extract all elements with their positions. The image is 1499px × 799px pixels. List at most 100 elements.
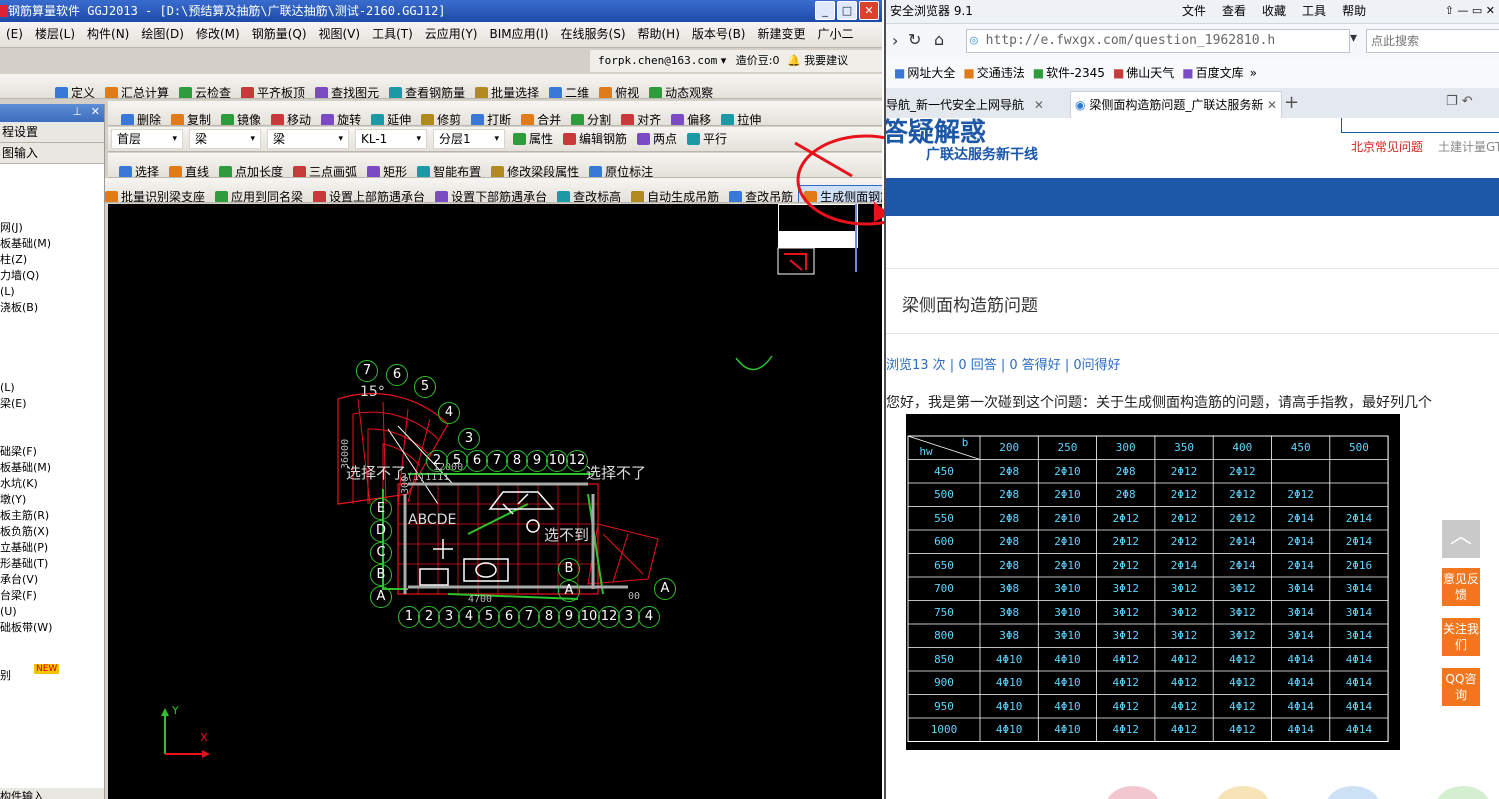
back-to-top-icon[interactable]: ︿ [1442,520,1480,558]
footer-circle-2[interactable] [1216,786,1270,799]
table-cell: 4Φ10 [1054,699,1081,713]
table-col-header: 450 [1290,441,1311,454]
search-input[interactable] [1367,30,1493,52]
close-tab-icon[interactable]: ✕ [1267,92,1277,119]
table-row-header: 1000 [930,723,958,736]
table-cell: 3Φ12 [1229,582,1256,595]
bookmark-1[interactable]: ■ 交通违法 [963,66,1024,80]
table-cell: 3Φ14 [1287,629,1314,642]
table-cell: 4Φ12 [1229,699,1256,713]
table-cell: 4Φ12 [1229,723,1256,736]
table-row-header: 600 [934,535,954,548]
table-cell: 3Φ12 [1170,605,1198,619]
new-tab-icon[interactable]: + [1284,92,1299,113]
home-icon[interactable]: ⌂ [934,30,944,49]
table-cell: 4Φ12 [1229,676,1256,689]
table-cell: 4Φ10 [995,699,1023,713]
forward-icon[interactable]: › [892,31,898,50]
table-cell: 2Φ8 [999,488,1020,501]
bookmark-2[interactable]: ■ 软件-2345 [1033,66,1105,80]
follow-button[interactable]: 关注我们 [1442,618,1480,656]
table-cell: 2Φ12 [1229,464,1256,478]
qq-consult-button[interactable]: QQ咨询 [1442,668,1480,706]
table-cell: 3Φ10 [1054,605,1081,619]
arrow-line-top [794,141,853,178]
table-row-header: 650 [934,558,954,572]
address-bar[interactable]: ◎ http://e.fwxgx.com/question_1962810.h [966,29,1350,53]
table-cell: 2Φ10 [1054,558,1081,572]
browser-titlebar: 安全浏览器 9.1 文件 查看 收藏 工具 帮助 ⇧ — ▭ ✕ [886,0,1499,24]
table-cell: 4Φ10 [995,723,1023,736]
table-cell: 3Φ14 [1345,629,1373,642]
bookmark-4[interactable]: ■ 百度文库 [1182,66,1243,80]
close-tab-icon[interactable]: ✕ [1034,98,1044,112]
table-cell: 3Φ12 [1170,582,1198,595]
table-header-b: b [961,436,969,449]
table-cell: 2Φ8 [999,511,1020,525]
bookmark-3[interactable]: ■ 佛山天气 [1113,66,1174,80]
browser-menu-4[interactable]: 帮助 [1342,4,1366,18]
restore-tab-icon[interactable]: ❐ ↶ [1446,94,1473,109]
table-cell: 2Φ14 [1287,558,1314,572]
table-header-hw: hw [919,445,933,458]
table-cell: 3Φ12 [1112,605,1139,619]
table-cell: 4Φ12 [1112,699,1139,713]
table-cell: 4Φ14 [1287,699,1314,713]
site-nav-bar [886,178,1499,216]
question-stats: 浏览13 次 | 0 回答 | 0 答得好 | 0问得好 [886,358,1121,373]
window-controls-icon[interactable]: ⇧ — ▭ ✕ [1445,0,1495,22]
table-cell: 3Φ12 [1170,629,1198,642]
browser-title: 安全浏览器 9.1 [890,4,973,18]
table-cell: 4Φ10 [1054,676,1081,689]
table-col-header: 300 [1115,441,1136,454]
table-row-header: 700 [934,582,954,595]
table-cell: 3Φ14 [1287,582,1314,595]
feedback-button[interactable]: 意见反馈 [1442,568,1480,606]
browser-menu-1[interactable]: 查看 [1222,4,1246,18]
bookmark-icon-0: ■ [894,66,906,80]
nav-link-gtj[interactable]: 土建计量GT [1438,138,1499,155]
table-cell: 2Φ8 [1115,464,1136,478]
table-cell: 2Φ14 [1229,535,1256,548]
table-cell: 2Φ10 [1054,511,1081,525]
table-cell: 4Φ10 [995,652,1023,666]
table-row-header: 950 [934,699,954,713]
table-col-header: 500 [1349,441,1369,454]
table-cell: 2Φ12 [1287,488,1314,501]
table-cell: 4Φ14 [1345,699,1373,713]
footer-circle-4[interactable] [1436,786,1490,799]
table-col-header: 350 [1174,441,1194,454]
footer-circle-1[interactable] [1106,786,1160,799]
table-cell: 4Φ12 [1170,652,1198,666]
table-row-header: 750 [934,605,954,619]
footer-circle-3[interactable] [1326,786,1380,799]
refresh-icon[interactable]: ↻ [908,30,921,49]
table-cell: 3Φ14 [1287,605,1314,619]
site-search-box[interactable] [1341,118,1499,133]
table-cell: 4Φ10 [1054,652,1081,666]
browser-menu-2[interactable]: 收藏 [1262,4,1286,18]
table-cell: 2Φ12 [1170,464,1198,478]
table-cell: 2Φ14 [1287,511,1314,525]
table-cell: 4Φ10 [1054,723,1081,736]
table-cell: 4Φ12 [1170,699,1198,713]
table-cell: 2Φ10 [1054,535,1081,548]
table-cell: 4Φ14 [1345,676,1373,689]
table-cell: 2Φ8 [999,464,1020,478]
table-cell: 3Φ8 [999,629,1020,642]
table-cell: 2Φ12 [1229,511,1256,525]
search-box[interactable] [1366,29,1499,53]
bookmark-0[interactable]: ■ 网址大全 [894,66,955,80]
more-bookmarks-icon[interactable]: » [1250,66,1257,80]
browser-menu-3[interactable]: 工具 [1302,4,1326,18]
tab-active-question[interactable]: ◉ 梁侧面构造筋问题_广联达服务新 ✕ [1070,91,1282,119]
nav-link-beijing[interactable]: 北京常见问题 [1351,138,1423,155]
table-row-header: 450 [934,464,954,478]
question-body: 您好，我是第一次碰到这个问题：关于生成侧面构造筋的问题，请高手指教，最好列几个 [886,395,1432,411]
browser-window: 安全浏览器 9.1 文件 查看 收藏 工具 帮助 ⇧ — ▭ ✕ › ↻ ⌂ ◎ htt… [884,0,1499,799]
dropdown-icon[interactable]: ▾ [1350,30,1357,46]
browser-menu-0[interactable]: 文件 [1182,4,1206,18]
table-cell: 4Φ14 [1287,676,1314,689]
table-cell: 2Φ8 [1115,488,1136,501]
table-cell: 3Φ12 [1112,629,1139,642]
